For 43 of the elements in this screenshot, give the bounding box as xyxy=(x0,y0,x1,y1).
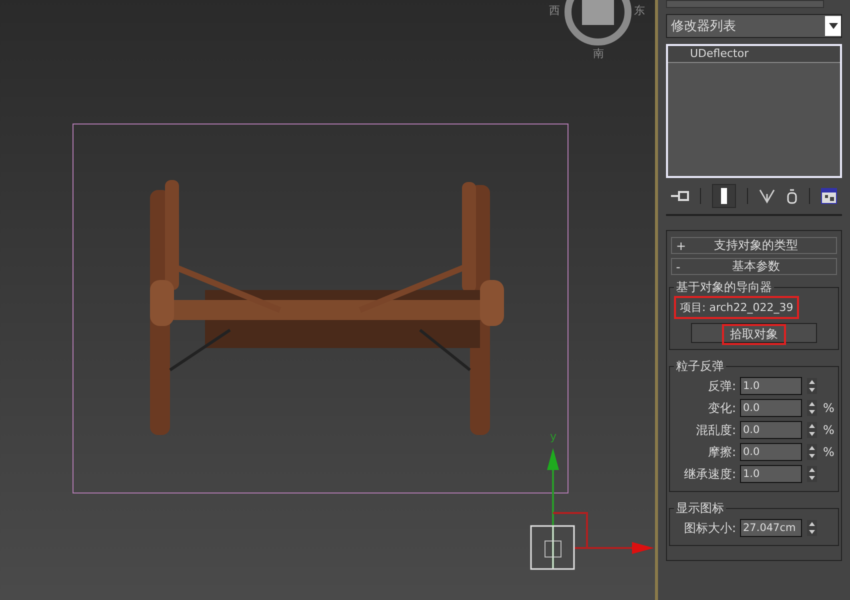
unit-label: % xyxy=(823,445,834,459)
compass-label: 东 xyxy=(634,4,645,17)
field-label: 反弹: xyxy=(706,378,736,394)
pin-icon[interactable] xyxy=(671,190,690,202)
unit-label: % xyxy=(823,423,834,437)
spinner-icon[interactable] xyxy=(807,378,817,394)
configure-icon[interactable] xyxy=(820,188,837,204)
group-title: 基于对象的导向器 xyxy=(675,279,773,296)
modifier-stack-list[interactable]: UDeflector xyxy=(666,44,842,178)
field-label: 变化: xyxy=(706,400,736,416)
field-label: 图标大小: xyxy=(682,520,736,536)
field-label: 混乱度: xyxy=(694,422,736,438)
spinner-icon[interactable] xyxy=(807,400,817,416)
group-title: 显示图标 xyxy=(675,500,725,517)
rollout-header[interactable]: - 基本参数 xyxy=(671,258,837,275)
spinner-icon[interactable] xyxy=(807,422,817,438)
spinner-icon[interactable] xyxy=(807,466,817,482)
spinner-icon[interactable] xyxy=(807,444,817,460)
number-field[interactable]: 1.0 xyxy=(740,377,802,395)
name-field[interactable] xyxy=(666,0,824,8)
field-label: 摩擦: xyxy=(706,444,736,460)
compass-label: 南 xyxy=(593,47,604,60)
modifier-list-dropdown[interactable]: 修改器列表 xyxy=(666,14,842,38)
item-label: 项目: arch22_022_39 xyxy=(674,296,800,319)
modifier-stack-item[interactable]: UDeflector xyxy=(668,46,840,63)
spinner-icon[interactable] xyxy=(807,520,817,536)
pillar-icon xyxy=(720,188,728,204)
number-field[interactable]: 1.0 xyxy=(740,465,802,483)
axis-label: y xyxy=(550,430,557,443)
viewcube-drawing[interactable] xyxy=(564,0,632,46)
rollout-header[interactable]: + 支持对象的类型 xyxy=(671,237,837,254)
show-end-result-button[interactable] xyxy=(712,184,736,208)
number-field[interactable]: 0.0 xyxy=(740,399,802,417)
group-title: 粒子反弹 xyxy=(675,358,725,375)
number-field[interactable]: 0.0 xyxy=(740,443,802,461)
pick-object-button[interactable]: 拾取对象 xyxy=(691,323,817,343)
fork-icon[interactable] xyxy=(758,188,775,204)
compass-label: 西 xyxy=(549,4,560,17)
field-label: 继承速度: xyxy=(682,466,736,482)
caret-icon xyxy=(828,23,838,29)
number-field[interactable]: 0.0 xyxy=(740,421,802,439)
number-field[interactable]: 27.047cm xyxy=(740,519,802,537)
unit-label: % xyxy=(823,401,834,415)
